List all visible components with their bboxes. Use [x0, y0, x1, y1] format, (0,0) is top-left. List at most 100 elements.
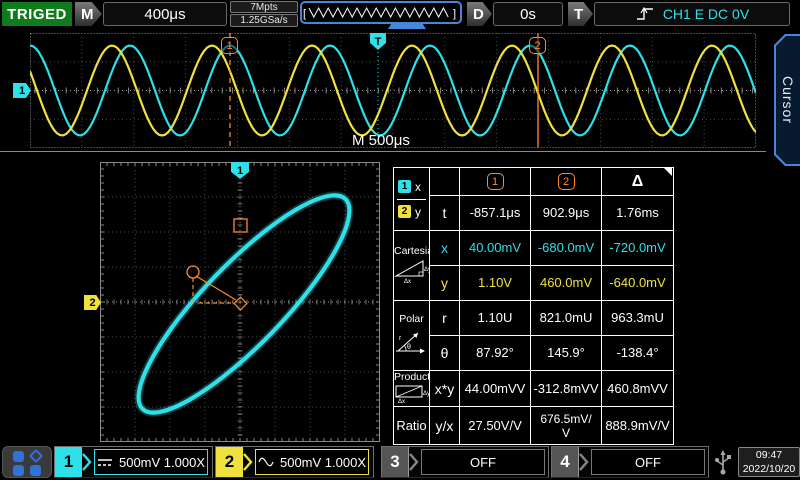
ratio-group-cell: Ratio	[394, 407, 430, 445]
table-legend-cell: 1x 2y	[394, 168, 430, 231]
timebase-readout: M 500μs	[352, 132, 410, 149]
y-cursor2-value: 460.0mV	[531, 266, 602, 301]
x-cursor2-value: -680.0mV	[531, 231, 602, 266]
channel1-scale-text: 500mV 1.000X	[119, 455, 205, 470]
channel4-state-text: OFF	[635, 455, 661, 470]
channel3-number-badge: 3	[382, 447, 409, 477]
trigger-t-label: T	[574, 6, 583, 23]
ac-coupling-icon	[258, 457, 274, 467]
xy-lissajous-plot[interactable]	[100, 162, 380, 442]
r-delta-value: 963.3mU	[602, 301, 674, 336]
cursor-menu-tab[interactable]: Cursor	[774, 34, 800, 166]
r-cursor1-value: 1.10U	[460, 301, 531, 336]
channel3-control[interactable]: 3 OFF	[381, 446, 549, 478]
svg-text:Δy: Δy	[423, 391, 430, 397]
delay-d-badge[interactable]: D	[467, 2, 492, 26]
product-cursor1-value: 44.00mVV	[460, 371, 531, 407]
home-menu-button[interactable]	[2, 446, 52, 478]
r-cursor2-value: 821.0mU	[531, 301, 602, 336]
ch1-position-marker[interactable]: 1	[13, 83, 31, 98]
svg-text:r: r	[399, 335, 402, 342]
ratio-cursor2-value: 676.5mV/ V	[531, 407, 602, 445]
ratio-delta-value: 888.9mV/V	[602, 407, 674, 445]
table-corner-fold	[663, 167, 672, 176]
trigger-info-text: CH1 E DC 0V	[663, 6, 749, 22]
svg-text:Δy: Δy	[424, 267, 430, 273]
main-waveform-area[interactable]	[30, 33, 756, 148]
channel2-number-badge: 2	[216, 447, 243, 477]
delay-value-box[interactable]: 0s	[493, 2, 563, 26]
oscilloscope-screen: TRIGED M 400μs 7Mpts 1.25GSa/s [ ] D 0s …	[0, 0, 800, 480]
cursor2-label[interactable]: 2	[529, 37, 546, 54]
x-cursor1-value: 40.00mV	[460, 231, 531, 266]
menu-square-icon	[30, 465, 41, 476]
row-key-ratio: y/x	[430, 407, 460, 445]
memory-depth-box: 7Mpts	[230, 1, 298, 13]
trigger-info-box[interactable]: CH1 E DC 0V	[594, 2, 790, 26]
menu-square-icon	[13, 465, 24, 476]
lissajous-ellipse	[114, 171, 374, 437]
theta-delta-value: -138.4°	[602, 336, 674, 371]
date-text: 2022/10/20	[739, 462, 799, 476]
preview-window-indicator[interactable]	[388, 23, 426, 29]
t-cursor1-value: -857.1μs	[460, 196, 531, 231]
product-group-cell: Product Δy Δx	[394, 371, 430, 407]
time-text: 09:47	[739, 448, 799, 462]
y-cursor1-value: 1.10V	[460, 266, 531, 301]
timebase-value-box[interactable]: 400μs	[103, 2, 227, 26]
product-cursor2-value: -312.8mVV	[531, 371, 602, 407]
cartesian-group-cell: Cartesian Δy Δx	[394, 231, 430, 301]
row-key-theta: θ	[430, 336, 460, 371]
waveform-preview-strip[interactable]: [ ]	[300, 1, 462, 24]
chevron-right-icon	[243, 451, 253, 473]
chevron-right-icon	[579, 451, 589, 473]
channel1-control[interactable]: 1 500mV 1.000X	[54, 446, 213, 478]
channel1-number-badge: 1	[55, 447, 82, 477]
row-key-y: y	[430, 266, 460, 301]
legend-ch1-badge: 1	[398, 180, 411, 193]
header-cursor2: 2	[531, 168, 602, 196]
preview-zigzag-icon: [ ]	[302, 3, 460, 22]
xy-cursor-circle-marker[interactable]	[187, 266, 199, 278]
clock-display: 09:47 2022/10/20	[738, 447, 800, 477]
dc-coupling-icon	[97, 457, 113, 467]
cursor-measurement-table: 1x 2y 1 2 Δ t -857.1μs 902.9μs 1.76ms Ca…	[393, 167, 674, 445]
row-key-t: t	[430, 196, 460, 231]
row-key-xy: x*y	[430, 371, 460, 407]
svg-text:]: ]	[453, 8, 456, 20]
product-diagram-icon: Δy Δx	[394, 383, 430, 403]
t-delta-value: 1.76ms	[602, 196, 674, 231]
timebase-m-label: M	[81, 6, 94, 23]
theta-cursor2-value: 145.9°	[531, 336, 602, 371]
usb-icon	[713, 449, 733, 476]
channel4-number-badge: 4	[552, 447, 579, 477]
menu-diamond-icon	[29, 449, 43, 463]
waveform-separator-line	[0, 151, 766, 152]
sample-rate-box: 1.25GSa/s	[230, 14, 298, 27]
main-waveform-plot	[30, 33, 756, 148]
y-delta-value: -640.0mV	[602, 266, 674, 301]
timebase-m-badge[interactable]: M	[75, 2, 102, 26]
cursor1-label[interactable]: 1	[221, 37, 238, 54]
channel2-control[interactable]: 2 500mV 1.000X	[215, 446, 374, 478]
legend-ch2-badge: 2	[398, 205, 411, 218]
svg-text:[: [	[303, 8, 306, 20]
trigger-t-badge[interactable]: T	[568, 2, 593, 26]
row-key-x: x	[430, 231, 460, 266]
row-key-r: r	[430, 301, 460, 336]
polar-diagram-icon: r θ	[394, 325, 430, 355]
svg-text:Δx: Δx	[398, 399, 405, 403]
ratio-cursor1-value: 27.50V/V	[460, 407, 531, 445]
channel4-control[interactable]: 4 OFF	[551, 446, 709, 478]
header-cursor1: 1	[460, 168, 531, 196]
menu-square-icon	[13, 451, 24, 462]
svg-text:Δx: Δx	[404, 279, 411, 284]
svg-text:θ: θ	[407, 344, 411, 351]
t-cursor2-value: 902.9μs	[531, 196, 602, 231]
channel2-scale-text: 500mV 1.000X	[280, 455, 366, 470]
theta-cursor1-value: 87.92°	[460, 336, 531, 371]
xy-y-cursor-marker[interactable]: 2	[84, 295, 101, 310]
polar-group-cell: Polar r θ	[394, 301, 430, 371]
rising-edge-icon	[635, 6, 655, 22]
cartesian-diagram-icon: Δy Δx	[394, 257, 430, 284]
